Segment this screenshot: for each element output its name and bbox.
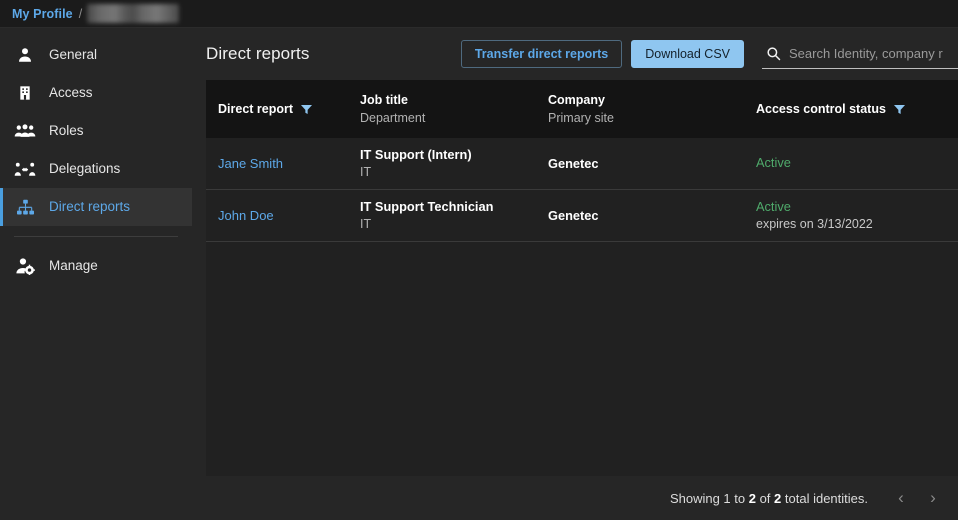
sidebar: General Access Roles Delegations Direct …	[0, 28, 192, 520]
page-body: General Access Roles Delegations Direct …	[0, 28, 958, 520]
column-header-label: Direct report	[218, 101, 294, 116]
search-input[interactable]	[789, 46, 958, 61]
column-subheader-primary-site: Primary site	[548, 110, 614, 125]
column-header-job-title[interactable]: Job title Department	[360, 93, 548, 126]
column-header-label: Access control status	[756, 101, 886, 116]
org-chart-icon	[14, 197, 36, 217]
transfer-direct-reports-button[interactable]: Transfer direct reports	[460, 40, 623, 68]
sidebar-item-roles[interactable]: Roles	[0, 112, 192, 150]
showing-suffix: total identities.	[781, 490, 868, 506]
sidebar-item-label: Delegations	[49, 161, 121, 177]
table-row[interactable]: Jane Smith IT Support (Intern) IT Genete…	[206, 138, 958, 190]
job-title-value: IT Support (Intern)	[360, 147, 472, 162]
showing-mid: of	[755, 490, 775, 506]
table-empty-space	[206, 242, 958, 476]
status-badge: Active	[756, 155, 791, 170]
column-header-company[interactable]: Company Primary site	[548, 93, 756, 126]
column-header-label: Company	[548, 92, 605, 107]
sidebar-item-label: General	[49, 47, 98, 63]
breadcrumb-my-profile[interactable]: My Profile	[12, 7, 73, 21]
search-box[interactable]	[762, 39, 958, 69]
breadcrumb-separator: /	[78, 6, 83, 21]
breadcrumb-redacted-name	[87, 4, 180, 23]
pagination-prev-button[interactable]: ‹	[886, 483, 916, 513]
header-actions: Transfer direct reports Download CSV	[460, 39, 958, 69]
column-header-access-control-status[interactable]: Access control status	[756, 102, 946, 117]
app-window: My Profile / General Access Roles Delega…	[0, 0, 958, 520]
job-title-value: IT Support Technician	[360, 199, 494, 214]
company-value: Genetec	[548, 207, 599, 223]
main-content: Direct reports Transfer direct reports D…	[192, 28, 958, 520]
status-detail: expires on 3/13/2022	[756, 217, 873, 231]
status-badge: Active	[756, 199, 791, 214]
sidebar-item-manage[interactable]: Manage	[0, 247, 192, 285]
people-group-icon	[14, 121, 36, 141]
pagination-summary: Showing 1 to 2 of 2 total identities.	[670, 491, 868, 506]
filter-icon[interactable]	[893, 103, 906, 116]
content-header: Direct reports Transfer direct reports D…	[192, 28, 958, 80]
sidebar-item-general[interactable]: General	[0, 36, 192, 74]
sidebar-item-label: Roles	[49, 123, 84, 139]
delegation-icon	[14, 159, 36, 179]
showing-to: 2	[748, 490, 756, 506]
pagination-next-button[interactable]: ›	[918, 483, 948, 513]
table-row[interactable]: John Doe IT Support Technician IT Genete…	[206, 190, 958, 242]
building-icon	[14, 83, 36, 103]
sidebar-divider	[14, 236, 178, 237]
sidebar-item-access[interactable]: Access	[0, 74, 192, 112]
table-header-row: Direct report Job title Department Compa…	[206, 80, 958, 138]
sidebar-item-label: Access	[49, 85, 93, 101]
direct-reports-table: Direct report Job title Department Compa…	[206, 80, 958, 476]
sidebar-item-label: Manage	[49, 258, 98, 274]
user-gear-icon	[14, 256, 36, 276]
download-csv-button[interactable]: Download CSV	[631, 40, 744, 68]
direct-report-link[interactable]: Jane Smith	[218, 156, 283, 171]
sidebar-item-direct-reports[interactable]: Direct reports	[0, 188, 192, 226]
search-icon	[766, 46, 781, 61]
column-header-direct-report[interactable]: Direct report	[218, 102, 360, 117]
column-header-label: Job title	[360, 92, 408, 107]
filter-icon[interactable]	[300, 103, 313, 116]
showing-prefix: Showing 1 to	[669, 490, 749, 506]
direct-report-link[interactable]: John Doe	[218, 208, 274, 223]
department-value: IT	[360, 217, 372, 231]
company-value: Genetec	[548, 155, 599, 171]
department-value: IT	[360, 165, 372, 179]
sidebar-item-label: Direct reports	[49, 199, 131, 215]
table-body: Jane Smith IT Support (Intern) IT Genete…	[206, 138, 958, 476]
table-footer: Showing 1 to 2 of 2 total identities. ‹ …	[192, 476, 958, 520]
sidebar-item-delegations[interactable]: Delegations	[0, 150, 192, 188]
user-icon	[14, 45, 36, 65]
column-subheader-department: Department	[360, 110, 426, 125]
breadcrumb-bar: My Profile /	[0, 0, 958, 28]
page-title: Direct reports	[206, 44, 310, 63]
